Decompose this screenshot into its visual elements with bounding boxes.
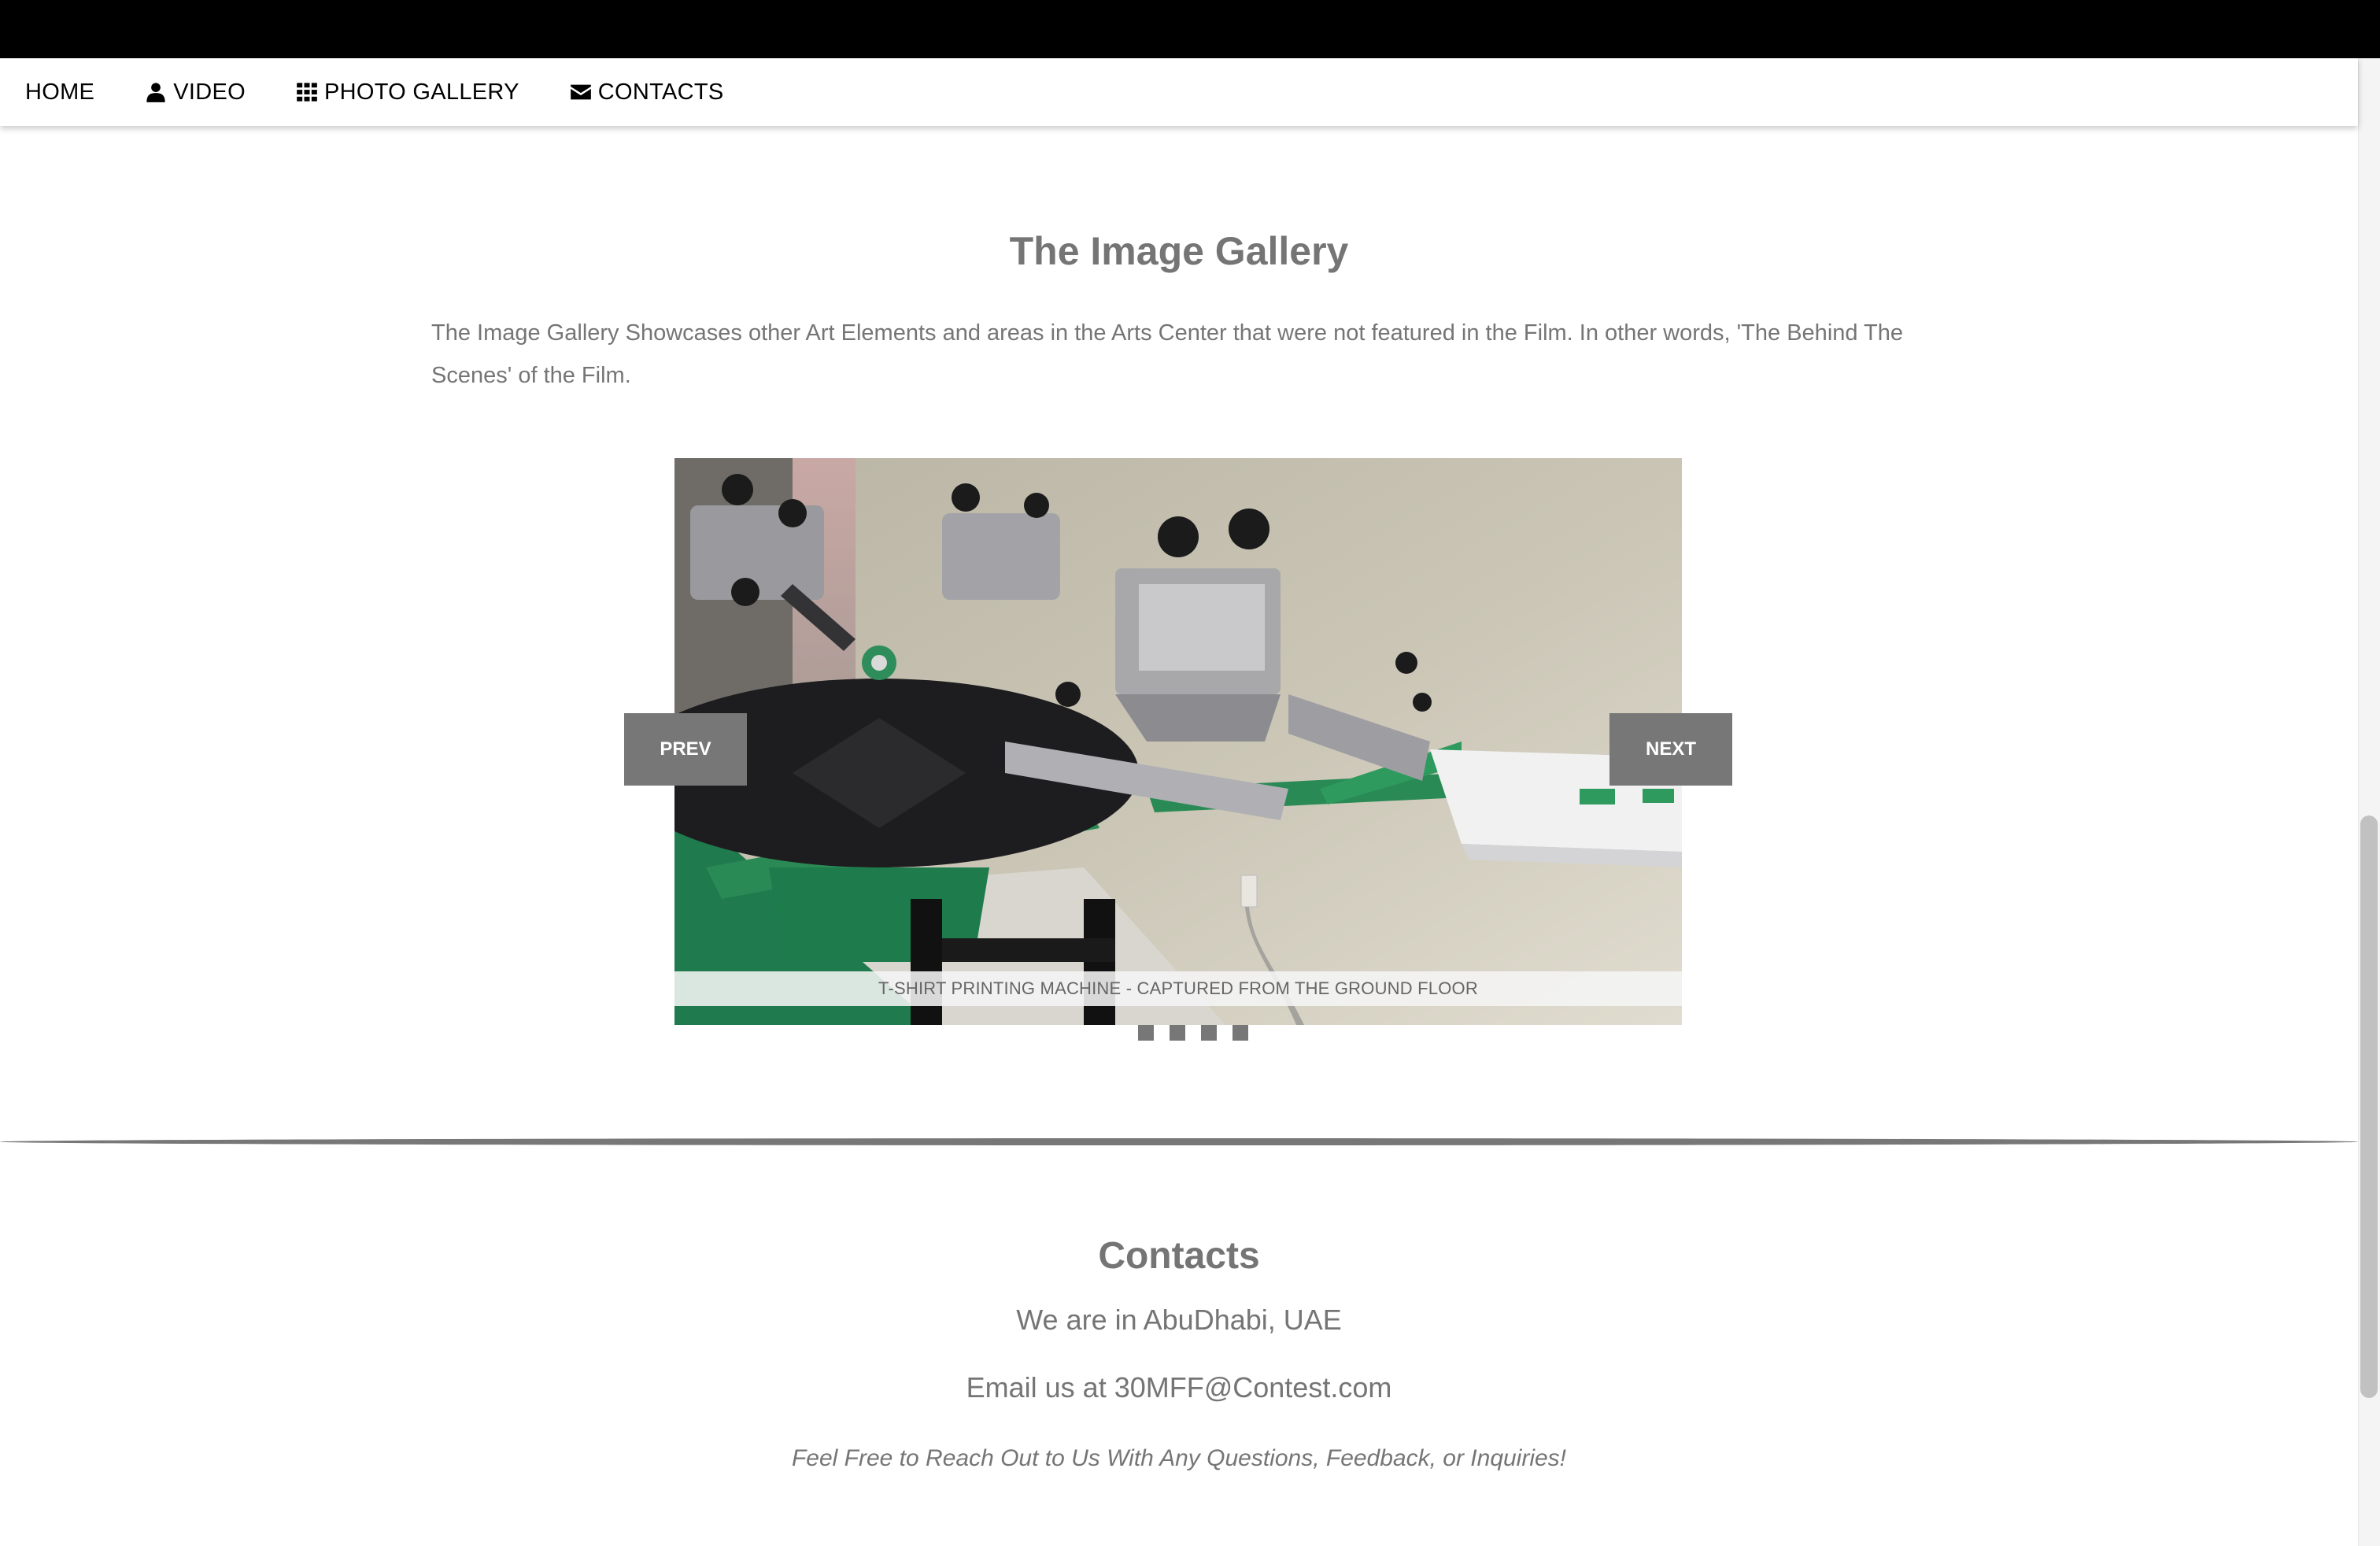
slide-caption: T-SHIRT PRINTING MACHINE - CAPTURED FROM… — [674, 971, 1682, 1006]
browser-top-bar — [0, 0, 2380, 58]
nav-contacts[interactable]: CONTACTS — [570, 58, 724, 126]
contact-location: We are in AbuDhabi, UAE — [1016, 1304, 1342, 1336]
nav-video[interactable]: VIDEO — [145, 58, 246, 126]
prev-button[interactable]: PREV — [624, 713, 747, 786]
gallery-description: The Image Gallery Showcases other Art El… — [431, 320, 1904, 388]
grid-icon — [296, 81, 324, 103]
slideshow: T-SHIRT PRINTING MACHINE - CAPTURED FROM… — [674, 458, 1682, 1025]
nav-video-label: VIDEO — [173, 79, 246, 105]
nav-contacts-label: CONTACTS — [597, 79, 724, 105]
slide-dot-4[interactable] — [1232, 1025, 1248, 1041]
user-icon — [145, 81, 173, 103]
nav-home-label: HOME — [25, 79, 95, 105]
nav-photo-gallery[interactable]: PHOTO GALLERY — [296, 58, 519, 126]
nav-photo-gallery-label: PHOTO GALLERY — [323, 79, 519, 105]
contacts-title: Contacts — [1098, 1235, 1260, 1277]
scrollbar-thumb[interactable] — [2360, 816, 2378, 1398]
nav-home[interactable]: HOME — [25, 58, 94, 126]
envelope-icon — [570, 81, 598, 103]
contact-note: Feel Free to Reach Out to Us With Any Qu… — [791, 1445, 1567, 1471]
slide-dot-1[interactable] — [1138, 1025, 1154, 1041]
slide-image — [674, 458, 1682, 1025]
contact-email: Email us at 30MFF@Contest.com — [966, 1371, 1392, 1404]
section-divider — [0, 1138, 2358, 1145]
slide-dot-3[interactable] — [1201, 1025, 1217, 1041]
slide-indicators — [1138, 1025, 1264, 1041]
slide-dot-2[interactable] — [1170, 1025, 1185, 1041]
next-button[interactable]: NEXT — [1609, 713, 1732, 786]
gallery-title: The Image Gallery — [1009, 229, 1349, 273]
navbar: HOME VIDEO PHOTO GALLERY CONTACTS — [0, 58, 2358, 126]
